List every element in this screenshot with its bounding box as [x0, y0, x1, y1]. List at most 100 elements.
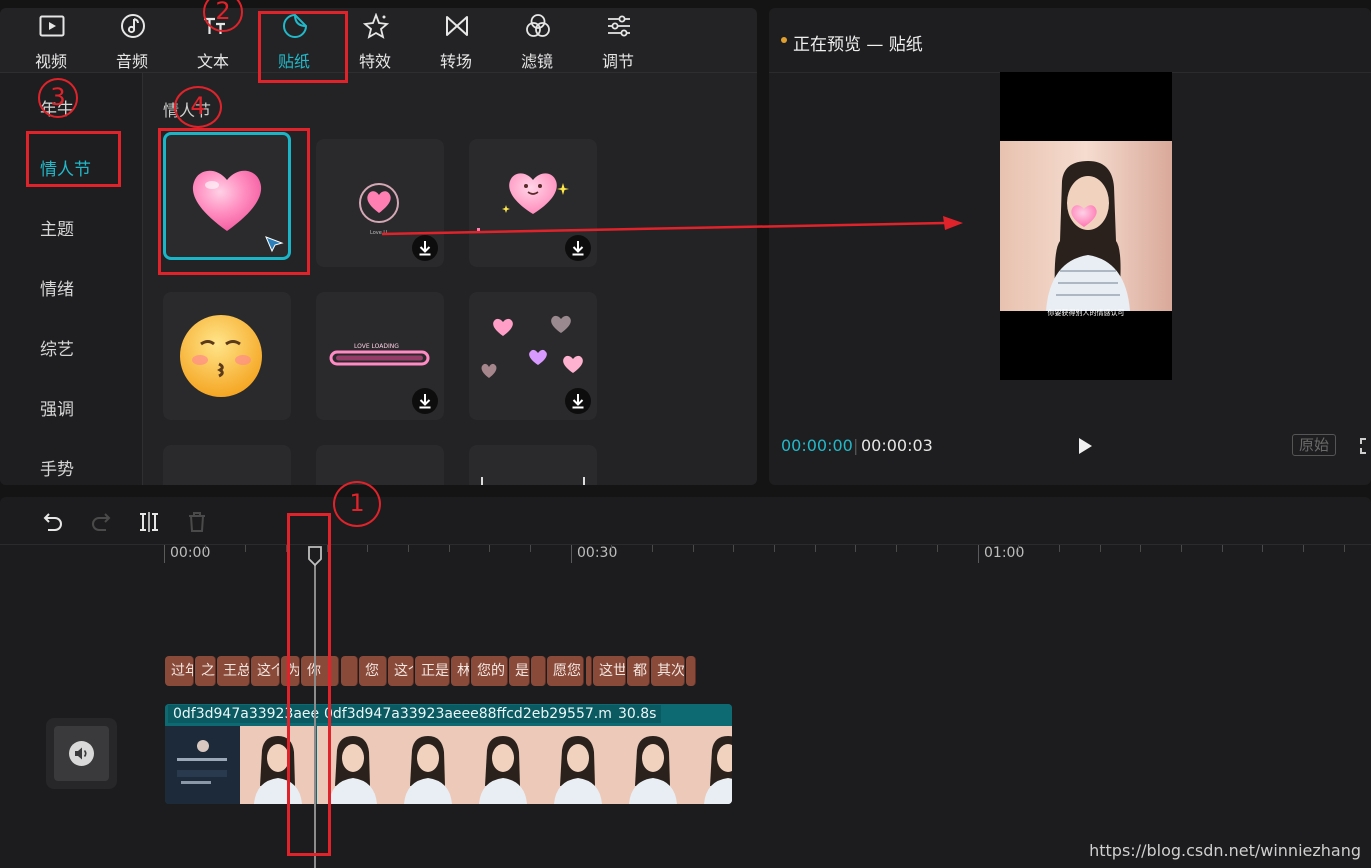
- asset-toolbar: 视频 音频 文本 贴纸 特效 转场 滤镜 调节: [0, 8, 757, 72]
- track-volume-inner: [54, 726, 109, 781]
- ruler-tick: [1262, 545, 1263, 552]
- current-time: 00:00:00: [781, 436, 853, 455]
- sticker-row3-1[interactable]: [163, 445, 291, 485]
- timeline-ruler: 00:00 00:30 01:00: [0, 545, 1371, 565]
- undo-icon[interactable]: [40, 509, 66, 535]
- watermark: https://blog.csdn.net/winniezhang: [1089, 841, 1361, 860]
- fullscreen-icon[interactable]: [1359, 436, 1371, 456]
- ruler-tick: [408, 545, 409, 552]
- video-track[interactable]: 0df3d947a33923aeee 0df3d947a33923aeee88f…: [165, 704, 732, 804]
- video-thumbnail: [615, 726, 690, 804]
- sticker-row3-3-line-left: [481, 477, 483, 485]
- sticker-love-u-heart[interactable]: Love U: [316, 139, 444, 267]
- video-thumbnail: [540, 726, 615, 804]
- sidebar-item-emphasis[interactable]: 强调: [40, 395, 74, 420]
- transition-icon: [446, 16, 468, 36]
- ruler-tick: [693, 545, 694, 552]
- sticker-row3-3[interactable]: [469, 445, 597, 485]
- original-ratio-button[interactable]: 原始: [1292, 434, 1336, 456]
- tab-video[interactable]: 视频: [11, 8, 91, 72]
- sidebar-item-theme[interactable]: 主题: [40, 215, 74, 240]
- sticker-smiling-heart[interactable]: [469, 139, 597, 267]
- effects-star-icon: [363, 13, 389, 39]
- subtitle-clip[interactable]: [686, 656, 696, 686]
- preview-video-image: [1000, 141, 1172, 311]
- ruler-tick: [1303, 545, 1304, 552]
- tab-adjust[interactable]: 调节: [578, 8, 658, 72]
- tab-audio-label: 音频: [115, 52, 148, 71]
- ruler-tick: [530, 545, 531, 552]
- subtitle-clip[interactable]: 其次: [651, 656, 685, 686]
- ruler-tick: [652, 545, 653, 552]
- thumbnail-woman-image: [615, 726, 690, 804]
- subtitle-clip[interactable]: [531, 656, 546, 686]
- preview-title: 正在预览 — 贴纸: [793, 35, 923, 55]
- annotation-step-1: 1: [333, 481, 381, 527]
- ruler-tick: [896, 545, 897, 552]
- subtitle-clip[interactable]: 过年: [165, 656, 194, 686]
- sidebar-item-variety[interactable]: 综艺: [40, 335, 74, 360]
- ruler-tick: [1344, 545, 1345, 552]
- delete-icon[interactable]: [184, 509, 210, 535]
- tab-audio[interactable]: 音频: [92, 8, 172, 72]
- tab-filter[interactable]: 滤镜: [497, 8, 577, 72]
- download-button[interactable]: [412, 388, 438, 414]
- ruler-tick: [1222, 545, 1223, 552]
- thumbnail-woman-image: [690, 726, 732, 804]
- thumbnail-woman-image: [390, 726, 465, 804]
- subtitle-clip[interactable]: 之: [195, 656, 216, 686]
- subtitle-clip[interactable]: 您的: [471, 656, 508, 686]
- subtitle-clip[interactable]: 王总: [217, 656, 250, 686]
- tab-video-label: 视频: [34, 52, 67, 71]
- annotation-step-3: 3: [38, 78, 78, 118]
- download-button[interactable]: [565, 388, 591, 414]
- adjust-sliders-icon: [608, 15, 630, 37]
- time-separator: |: [853, 436, 859, 455]
- subtitle-clip[interactable]: 这个: [388, 656, 414, 686]
- subtitle-clip[interactable]: 这个: [251, 656, 280, 686]
- annotation-box-sticker-tab: [258, 11, 348, 83]
- ruler-tick: [733, 545, 734, 552]
- subtitle-clip[interactable]: 正是: [415, 656, 450, 686]
- video-thumbnail: [465, 726, 540, 804]
- subtitle-clip[interactable]: 是: [509, 656, 530, 686]
- tab-transition[interactable]: 转场: [416, 8, 496, 72]
- play-button[interactable]: [1076, 436, 1094, 456]
- ruler-tick: [855, 545, 856, 552]
- track-volume-button[interactable]: [46, 718, 117, 789]
- subtitle-clip[interactable]: [586, 656, 592, 686]
- split-icon[interactable]: [136, 509, 162, 535]
- music-note-icon: [121, 14, 145, 38]
- kissing-face-emoji-icon: [180, 315, 262, 397]
- subtitle-clip[interactable]: 愿您: [547, 656, 584, 686]
- tab-text-label: 文本: [196, 52, 229, 71]
- video-track-header: 0df3d947a33923aeee 0df3d947a33923aeee88f…: [165, 704, 732, 726]
- subtitle-clip[interactable]: 这世: [593, 656, 626, 686]
- sticker-kissing-face[interactable]: [163, 292, 291, 420]
- ruler-tick: [815, 545, 816, 552]
- video-thumbnail: [390, 726, 465, 804]
- subtitle-clip[interactable]: 您: [359, 656, 387, 686]
- tab-filter-label: 滤镜: [520, 52, 553, 71]
- subtitle-clip[interactable]: 都: [627, 656, 650, 686]
- ruler-tick: [205, 545, 206, 552]
- sidebar-item-emotion[interactable]: 情绪: [40, 275, 74, 300]
- ruler-tick: [1018, 545, 1019, 552]
- timeline-panel: 00:00 00:30 01:00 过年 之 王总 这个 为: [0, 497, 1371, 868]
- redo-icon[interactable]: [88, 509, 114, 535]
- sticker-floating-hearts[interactable]: [469, 292, 597, 420]
- thumbnail-intro-image: [177, 740, 227, 784]
- subtitle-clip[interactable]: 林: [451, 656, 470, 686]
- love-loading-caption: LOVE LOADING: [354, 343, 399, 350]
- sticker-love-loading[interactable]: LOVE LOADING: [316, 292, 444, 420]
- sticker-row3-2[interactable]: [316, 445, 444, 485]
- sticker-row3-3-line-right: [583, 477, 585, 485]
- annotation-box-valentine: [26, 131, 121, 187]
- video-thumbnail: [165, 726, 240, 804]
- subtitle-clip[interactable]: [341, 656, 358, 686]
- sidebar-item-gesture[interactable]: 手势: [40, 455, 74, 480]
- ruler-tick: [245, 545, 246, 552]
- ruler-tick: [774, 545, 775, 552]
- ruler-tick: [611, 545, 612, 552]
- annotation-arrow: [381, 216, 963, 236]
